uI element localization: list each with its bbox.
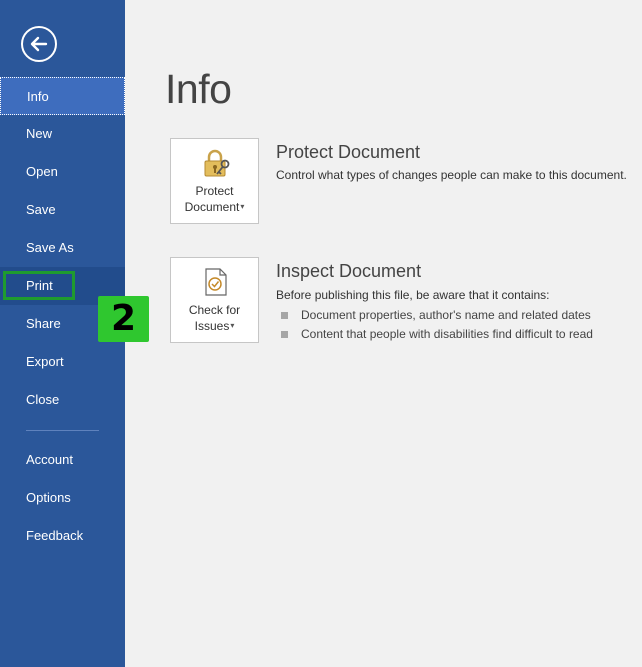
- nav-item-close[interactable]: Close: [0, 381, 125, 419]
- check-label-line2: Issues▾: [171, 318, 258, 334]
- protect-label-text: Document: [184, 200, 240, 214]
- nav-item-info[interactable]: Info: [0, 77, 125, 115]
- check-label-line1: Check for: [188, 303, 241, 317]
- nav-item-save-as[interactable]: Save As: [0, 229, 125, 267]
- nav-item-new[interactable]: New: [0, 115, 125, 153]
- nav-item-open[interactable]: Open: [0, 153, 125, 191]
- nav-separator: [26, 430, 99, 431]
- nav-item-export[interactable]: Export: [0, 343, 125, 381]
- check-for-issues-label: Check for Issues▾: [171, 302, 258, 334]
- protect-document-label: Protect Document▾: [171, 183, 258, 215]
- nav-item-options[interactable]: Options: [0, 479, 125, 517]
- list-item: Content that people with disabilities fi…: [276, 325, 593, 344]
- check-for-issues-button[interactable]: Check for Issues▾: [170, 257, 259, 343]
- check-label-text: Issues: [194, 319, 230, 333]
- inspect-document-heading: Inspect Document: [276, 261, 422, 281]
- protect-document-button[interactable]: Protect Document▾: [170, 138, 259, 224]
- back-button[interactable]: [21, 26, 57, 62]
- info-panel: Info Protect Document▾ Protect Document …: [125, 0, 642, 667]
- protect-document-heading: Protect Document: [276, 142, 421, 162]
- nav-item-save[interactable]: Save: [0, 191, 125, 229]
- list-item: Document properties, author's name and r…: [276, 306, 593, 325]
- inspect-bullet-list: Document properties, author's name and r…: [276, 306, 593, 344]
- nav-item-feedback[interactable]: Feedback: [0, 517, 125, 555]
- dropdown-caret-icon: ▾: [240, 202, 245, 211]
- dropdown-caret-icon: ▾: [230, 321, 235, 330]
- lock-key-icon: [204, 149, 230, 177]
- inspect-document-description: Before publishing this file, be aware th…: [276, 288, 550, 302]
- protect-document-description: Control what types of changes people can…: [276, 168, 627, 182]
- protect-label-line2: Document▾: [171, 199, 258, 215]
- document-check-icon: [205, 268, 227, 296]
- back-arrow-icon: [30, 36, 48, 52]
- page-title: Info: [165, 66, 232, 112]
- nav-item-account[interactable]: Account: [0, 441, 125, 479]
- protect-label-line1: Protect: [195, 184, 234, 198]
